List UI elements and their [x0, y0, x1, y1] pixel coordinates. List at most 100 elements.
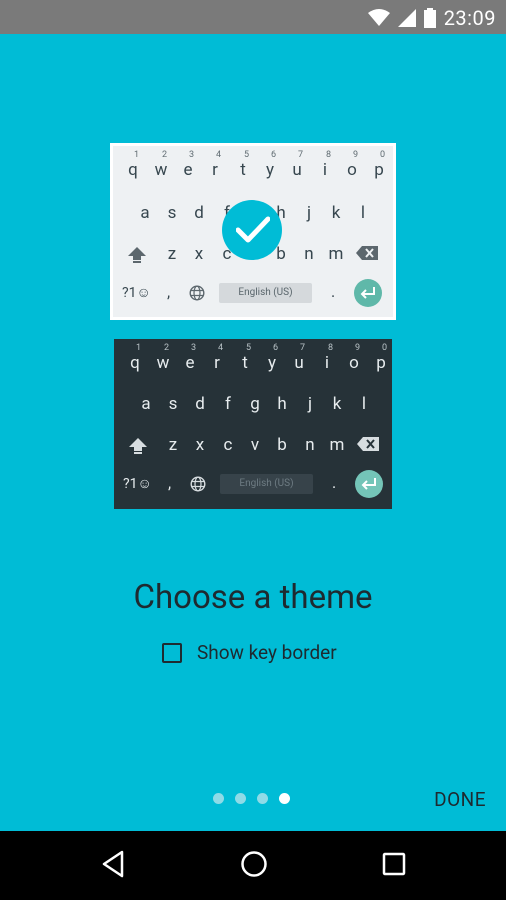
key-label: o [349, 353, 359, 373]
cell-signal-icon [397, 9, 416, 27]
key-u[interactable]: 7u [284, 150, 310, 185]
selected-check-badge [222, 200, 282, 260]
clock: 23:09 [443, 6, 496, 30]
key-hint: 5 [246, 343, 252, 353]
key-d[interactable]: d [187, 385, 213, 419]
key-hint: 7 [300, 343, 306, 353]
shift-icon[interactable] [127, 246, 147, 268]
key-s[interactable]: s [160, 385, 186, 419]
home-icon[interactable] [240, 849, 268, 883]
key-t[interactable]: 5t [230, 150, 256, 185]
key-i[interactable]: 8i [314, 343, 340, 378]
key-e[interactable]: 3e [177, 343, 203, 378]
key-label: d [195, 394, 205, 414]
period-key[interactable]: . [331, 282, 335, 301]
key-o[interactable]: 9o [341, 343, 367, 378]
recents-icon[interactable] [381, 849, 407, 883]
key-a[interactable]: a [133, 385, 159, 419]
key-j[interactable]: j [297, 385, 323, 419]
key-label: m [329, 435, 345, 455]
page-indicator [213, 793, 290, 804]
battery-icon [423, 8, 436, 28]
shift-icon[interactable] [128, 437, 148, 459]
key-m[interactable]: m [323, 235, 349, 269]
key-label: b [277, 435, 287, 455]
key-r[interactable]: 4r [204, 343, 230, 378]
key-z[interactable]: z [160, 426, 186, 460]
key-hint: 2 [164, 343, 170, 353]
key-label: k [331, 203, 341, 223]
key-v[interactable]: v [242, 426, 268, 460]
globe-icon[interactable] [189, 285, 205, 305]
enter-key[interactable] [354, 279, 382, 307]
key-label: s [167, 203, 177, 223]
key-p[interactable]: 0p [366, 150, 392, 185]
show-key-border-option[interactable]: Show key border [162, 641, 337, 664]
key-g[interactable]: g [242, 385, 268, 419]
key-label: t [242, 353, 248, 373]
key-label: h [277, 394, 287, 414]
key-y[interactable]: 6y [259, 343, 285, 378]
key-t[interactable]: 5t [232, 343, 258, 378]
backspace-icon[interactable] [357, 437, 379, 455]
key-i[interactable]: 8i [312, 150, 338, 185]
theme-dark-keyboard[interactable]: 1 q 2 w 3 e 4 r 5 t 6 y 7 u 8 i 9 o 0 p a s d f g h j k l z x c v b n m ?1☺,… [114, 339, 392, 509]
comma-key[interactable]: , [168, 473, 171, 492]
key-u[interactable]: 7u [286, 343, 312, 378]
key-l[interactable]: l [350, 194, 376, 228]
key-k[interactable]: k [323, 194, 349, 228]
done-button[interactable]: DONE [434, 788, 486, 811]
key-a[interactable]: a [132, 194, 158, 228]
key-f[interactable]: f [215, 385, 241, 419]
show-key-border-checkbox[interactable] [162, 642, 182, 663]
key-q[interactable]: 1q [122, 343, 148, 378]
key-e[interactable]: 3e [175, 150, 201, 185]
space-bar[interactable]: English (US) [220, 474, 313, 494]
key-b[interactable]: b [269, 426, 295, 460]
key-o[interactable]: 9o [339, 150, 365, 185]
key-d[interactable]: d [186, 194, 212, 228]
key-c[interactable]: c [215, 426, 241, 460]
key-x[interactable]: x [187, 426, 213, 460]
key-z[interactable]: z [159, 235, 185, 269]
comma-key[interactable]: , [167, 282, 170, 301]
symbols-key[interactable]: ?1☺ [123, 475, 152, 492]
key-label: z [167, 244, 177, 264]
status-bar: 23:09 [0, 0, 506, 34]
page-dot [257, 793, 268, 804]
key-hint: 2 [162, 150, 168, 160]
key-l[interactable]: l [351, 385, 377, 419]
key-hint: 1 [136, 343, 142, 353]
key-hint: 9 [355, 343, 361, 353]
back-icon[interactable] [100, 849, 126, 883]
enter-key[interactable] [355, 470, 383, 498]
key-label: u [292, 160, 302, 180]
period-key[interactable]: . [332, 473, 336, 492]
symbols-key[interactable]: ?1☺ [122, 284, 151, 301]
space-bar[interactable]: English (US) [219, 283, 312, 303]
key-x[interactable]: x [186, 235, 212, 269]
key-h[interactable]: h [269, 385, 295, 419]
key-label: y [265, 160, 275, 180]
key-s[interactable]: s [159, 194, 185, 228]
key-label: f [225, 394, 231, 414]
backspace-icon[interactable] [356, 246, 378, 264]
key-w[interactable]: 2w [148, 150, 174, 185]
key-p[interactable]: 0p [368, 343, 394, 378]
key-k[interactable]: k [324, 385, 350, 419]
key-label: g [250, 394, 260, 414]
show-key-border-label: Show key border [197, 641, 337, 664]
key-label: r [214, 353, 220, 373]
key-j[interactable]: j [296, 194, 322, 228]
key-label: c [223, 435, 233, 455]
key-hint: 7 [298, 150, 304, 160]
key-r[interactable]: 4r [202, 150, 228, 185]
key-q[interactable]: 1q [120, 150, 146, 185]
key-hint: 5 [244, 150, 250, 160]
key-y[interactable]: 6y [257, 150, 283, 185]
key-n[interactable]: n [296, 235, 322, 269]
key-m[interactable]: m [324, 426, 350, 460]
key-n[interactable]: n [297, 426, 323, 460]
globe-icon[interactable] [190, 476, 206, 496]
key-w[interactable]: 2w [150, 343, 176, 378]
